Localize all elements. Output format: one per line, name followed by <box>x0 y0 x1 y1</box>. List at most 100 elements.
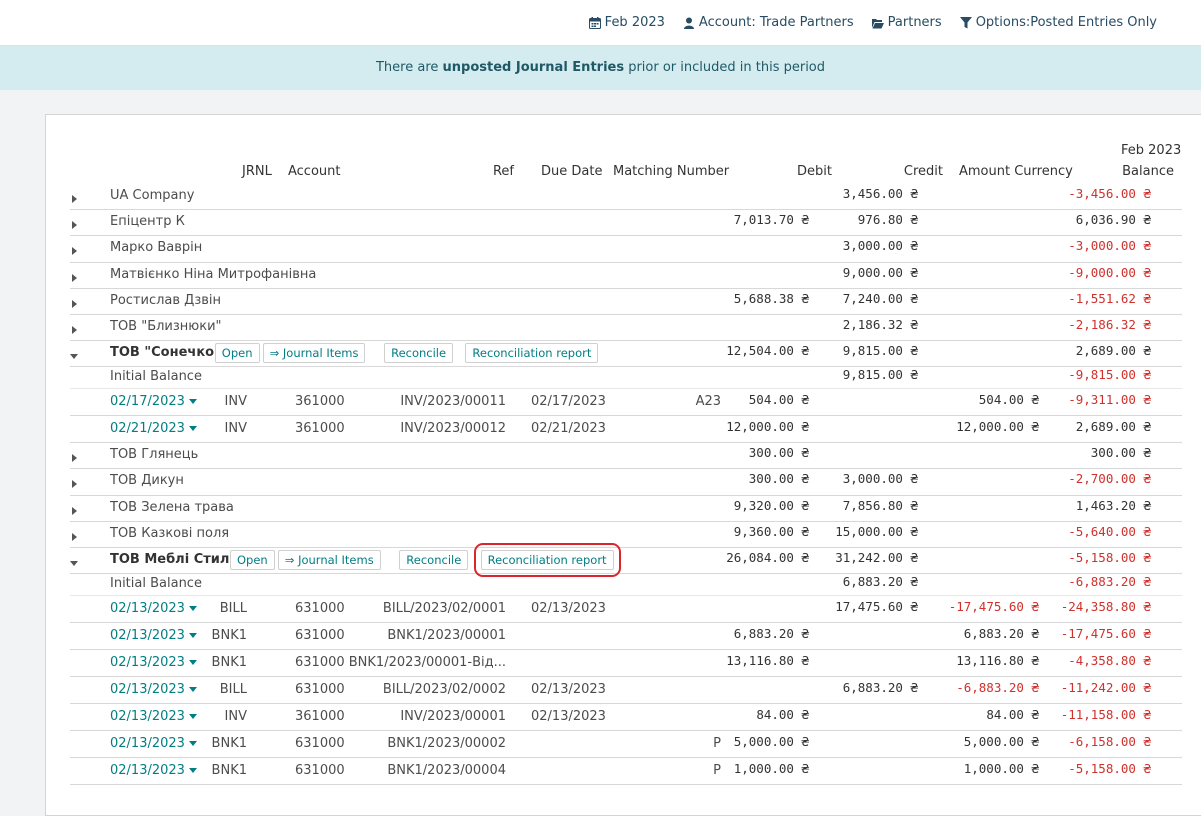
entry-date-link[interactable]: 02/21/2023 <box>110 421 197 436</box>
report-row-partner[interactable]: Матвієнко Ніна Митрофанівна 9,000.00 ₴ -9,… <box>70 262 1182 289</box>
caret-right-icon[interactable] <box>70 297 78 308</box>
balance-value: -11,158.00 ₴ <box>1060 707 1151 722</box>
entry-ref: BNK1/2023/00001-Від... <box>348 655 506 670</box>
top-bar: Feb 2023 Account: Trade Partners Partner… <box>0 0 1201 46</box>
report-row-line[interactable]: 02/17/2023 INV 361000 INV/2023/00011 02/17/2… <box>70 388 1182 417</box>
entry-date-link[interactable]: 02/13/2023 <box>110 682 197 697</box>
entry-date-link[interactable]: 02/13/2023 <box>110 628 197 643</box>
report-row-partner[interactable]: UA Company 3,456.00 ₴ -3,456.00 ₴ <box>70 183 1182 211</box>
caret-right-icon[interactable] <box>70 530 78 541</box>
entry-journal: BILL <box>219 601 247 616</box>
partners-filter[interactable]: Partners <box>871 15 942 30</box>
entry-date-link[interactable]: 02/13/2023 <box>110 601 197 616</box>
caret-right-icon[interactable] <box>70 192 78 203</box>
report-row-line[interactable]: 02/13/2023 BNK1 631000 BNK1/2023/00001-Від.… <box>70 649 1182 677</box>
entry-date: 02/13/2023 <box>110 601 185 616</box>
caret-down-icon[interactable] <box>70 349 78 360</box>
report-row-partner[interactable]: ТОВ Глянець 300.00 ₴ 300.00 ₴ <box>70 442 1182 470</box>
entry-amount-currency: 13,116.80 ₴ <box>956 653 1039 668</box>
entry-journal: BNK1 <box>211 736 247 751</box>
partner-name: Ростислав Дзвін <box>110 292 222 308</box>
journal-items-button[interactable]: ⇒ Journal Items <box>262 343 366 364</box>
entry-date-link[interactable]: 02/13/2023 <box>110 763 197 778</box>
entry-ref: INV/2023/00012 <box>400 421 506 437</box>
credit-value: 9,000.00 ₴ <box>842 264 918 280</box>
entry-ref: INV/2023/00001 <box>400 709 506 724</box>
caret-down-icon[interactable] <box>70 556 78 566</box>
report-row-partner[interactable]: Епіцентр К 7,013.70 ₴ 976.80 ₴ 6,036.90 ₴ <box>70 209 1182 237</box>
debit-value: 1,000.00 ₴ <box>733 761 809 776</box>
entry-date-link[interactable]: 02/17/2023 <box>110 394 197 409</box>
entry-due-date: 02/17/2023 <box>531 394 606 410</box>
reconcile-button[interactable]: Reconcile <box>384 343 454 364</box>
entry-journal: BNK1 <box>211 628 247 643</box>
report-row-line[interactable]: 02/13/2023 BNK1 631000 BNK1/2023/00001 6,883… <box>70 622 1182 650</box>
report-row-line[interactable]: 02/21/2023 INV 361000 INV/2023/00012 02/21/2… <box>70 415 1182 444</box>
account-filter-label: Account: Trade Partners <box>698 15 854 30</box>
entry-date: 02/13/2023 <box>110 655 185 670</box>
report-row-partner[interactable]: Марко Ваврін 3,000.00 ₴ -3,000.00 ₴ <box>70 235 1182 263</box>
caret-right-icon[interactable] <box>70 477 78 489</box>
entry-amount-currency: 1,000.00 ₴ <box>963 761 1039 776</box>
partner-name: ТОВ "Близнюки" <box>110 319 222 334</box>
credit-value: 9,815.00 ₴ <box>842 367 918 383</box>
debit-value: 300.00 ₴ <box>748 471 809 487</box>
caret-right-icon[interactable] <box>70 323 78 334</box>
report-row-partner[interactable]: ТОВ Зелена трава 9,320.00 ₴ 7,856.80 ₴ 1,46… <box>70 495 1182 522</box>
entry-account: 631000 <box>295 763 345 778</box>
account-filter[interactable]: Account: Trade Partners <box>683 15 854 30</box>
report-row-line[interactable]: 02/13/2023 BILL 631000 BILL/2023/02/0001 02/… <box>70 595 1182 623</box>
partner-name: ТОВ Казкові поля <box>110 525 230 541</box>
options-filter[interactable]: Options:Posted Entries Only <box>959 15 1157 30</box>
report-row-partner[interactable]: ТОВ "Близнюки" 2,186.32 ₴ -2,186.32 ₴ <box>70 314 1182 342</box>
credit-value: 7,240.00 ₴ <box>842 290 918 306</box>
report-row-expanded[interactable]: ТОВ Меблі Стиль Open ⇒ Journal Items Reconc… <box>70 543 1182 577</box>
entry-date-link[interactable]: 02/13/2023 <box>110 709 197 724</box>
debit-value: 5,688.38 ₴ <box>733 290 809 306</box>
journal-items-button[interactable]: ⇒ Journal Items <box>277 550 381 570</box>
entry-amount-currency: 6,883.20 ₴ <box>963 626 1039 641</box>
entry-account: 631000 <box>295 682 345 697</box>
entry-date-link[interactable]: 02/13/2023 <box>110 736 197 751</box>
entry-date: 02/13/2023 <box>110 682 185 697</box>
debit-value: 9,320.00 ₴ <box>733 497 809 513</box>
report-row-partner[interactable]: ТОВ Дикун 300.00 ₴ 3,000.00 ₴ -2,700.00 ₴ <box>70 468 1182 496</box>
caret-right-icon[interactable] <box>70 218 78 230</box>
caret-right-icon[interactable] <box>70 451 78 463</box>
report-row-line[interactable]: 02/13/2023 BNK1 631000 BNK1/2023/00002 P 5,00… <box>70 730 1182 758</box>
caret-right-icon[interactable] <box>70 244 78 256</box>
balance-value: 2,689.00 ₴ <box>1075 343 1151 359</box>
report-row-initial: Initial Balance 9,815.00 ₴ -9,815.00 ₴ <box>70 366 1182 390</box>
balance-value: -3,000.00 ₴ <box>1068 238 1151 254</box>
entry-date: 02/13/2023 <box>110 628 185 643</box>
report-row-expanded[interactable]: ТОВ "Сонечко" Open ⇒ Journal Items Reconcil… <box>70 340 1182 368</box>
caret-down-icon <box>188 606 197 611</box>
alert-text-bold: unposted Journal Entries <box>442 60 625 75</box>
entry-ref: BNK1/2023/00002 <box>387 736 506 751</box>
credit-value: 976.80 ₴ <box>857 212 918 228</box>
reconciliation-report-button[interactable]: Reconciliation report <box>473 543 621 577</box>
report-row-partner[interactable]: ТОВ Казкові поля 9,360.00 ₴ 15,000.00 ₴ -5,… <box>70 521 1182 548</box>
funnel-icon <box>959 16 972 28</box>
balance-value: -5,640.00 ₴ <box>1068 523 1151 539</box>
report-row-partner[interactable]: Ростислав Дзвін 5,688.38 ₴ 7,240.00 ₴ -1,55… <box>70 288 1182 315</box>
reconciliation-report-button[interactable]: Reconciliation report <box>465 343 599 364</box>
open-button[interactable]: Open <box>230 550 275 570</box>
entry-date: 02/13/2023 <box>110 709 185 724</box>
credit-value: 3,000.00 ₴ <box>842 238 918 254</box>
entry-account: 631000 <box>295 601 345 616</box>
reconcile-button[interactable]: Reconcile <box>399 550 469 570</box>
credit-value: 31,242.00 ₴ <box>835 550 918 565</box>
entry-matching-number: A23 <box>695 394 721 410</box>
date-filter[interactable]: Feb 2023 <box>588 15 665 30</box>
entry-date-link[interactable]: 02/13/2023 <box>110 655 197 670</box>
balance-value: -6,883.20 ₴ <box>1068 574 1151 589</box>
report-row-line[interactable]: 02/13/2023 INV 361000 INV/2023/00001 02/13/2… <box>70 703 1182 731</box>
alert-text-pre: There are <box>375 60 443 75</box>
report-row-line[interactable]: 02/13/2023 BILL 631000 BILL/2023/02/0002 02/… <box>70 676 1182 704</box>
caret-right-icon[interactable] <box>70 271 78 282</box>
caret-right-icon[interactable] <box>70 504 78 515</box>
caret-down-icon <box>188 768 197 773</box>
open-button[interactable]: Open <box>214 343 260 364</box>
report-row-line[interactable]: 02/13/2023 BNK1 631000 BNK1/2023/00004 P 1,00… <box>70 757 1182 785</box>
